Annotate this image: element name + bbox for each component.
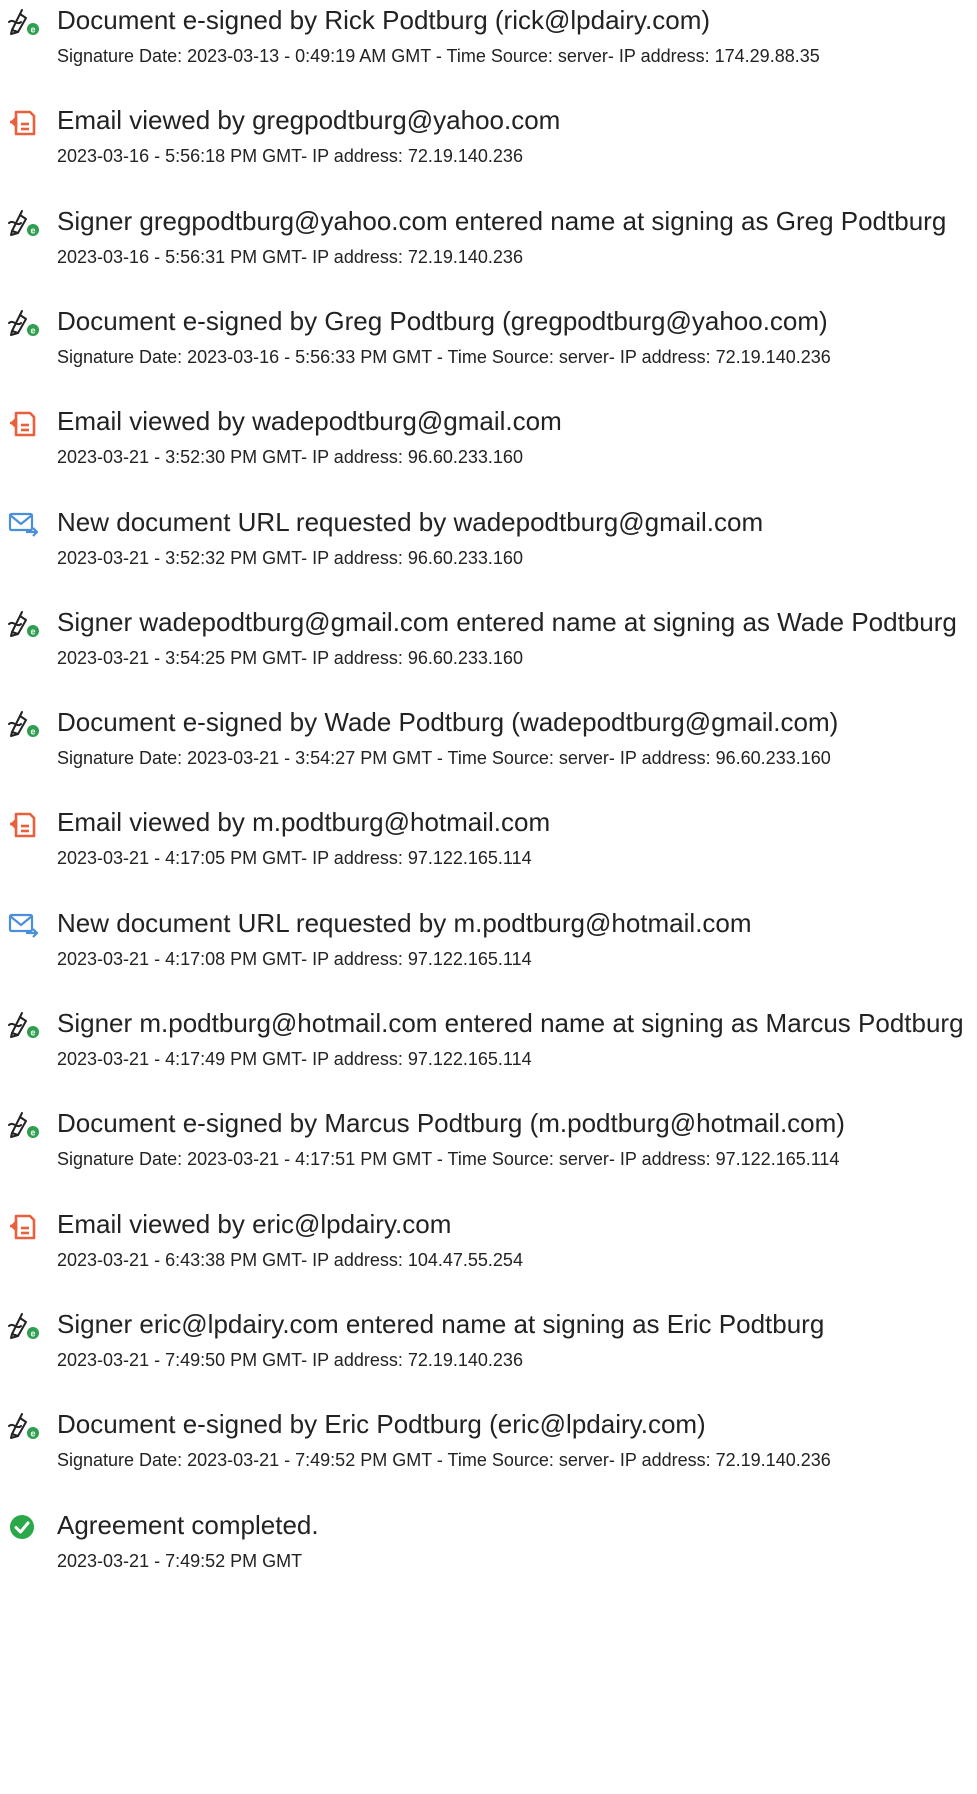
event-detail: 2023-03-21 - 7:49:52 PM GMT [57, 1550, 303, 1571]
audit-event: Email viewed by gregpodtburg@yahoo.com 20… [0, 100, 977, 190]
event-detail: Signature Date: 2023-03-21 - 4:17:51 PM … [57, 1149, 840, 1170]
audit-event: e Signer eric@lpdairy.com entered name at… [0, 1304, 977, 1394]
event-title: Email viewed by eric@lpdairy.com [57, 1208, 452, 1239]
event-detail: 2023-03-16 - 5:56:18 PM GMT- IP address:… [57, 146, 523, 167]
event-title: New document URL requested by wadepodtbu… [57, 506, 764, 537]
audit-event: New document URL requested by wadepodtbu… [0, 502, 977, 592]
event-title: Email viewed by gregpodtburg@yahoo.com [57, 105, 561, 136]
email-forward-icon [8, 911, 40, 939]
event-detail: 2023-03-21 - 3:54:25 PM GMT- IP address:… [57, 647, 523, 668]
pen-sign-icon: e [8, 8, 40, 36]
pen-sign-icon: e [8, 710, 40, 738]
audit-event: Email viewed by m.podtburg@hotmail.com 20… [0, 802, 977, 892]
pen-sign-icon: e [8, 1412, 40, 1440]
pen-sign-icon: e [8, 1011, 40, 1039]
pen-sign-icon: e [8, 1111, 40, 1139]
event-title: Document e-signed by Eric Podtburg (eric… [57, 1409, 706, 1440]
audit-event: Agreement completed. 2023-03-21 - 7:49:52… [0, 1505, 977, 1595]
audit-event: e Document e-signed by Rick Podtburg (ric… [0, 0, 977, 90]
event-title: Signer wadepodtburg@gmail.com entered na… [57, 606, 957, 637]
event-title: Document e-signed by Greg Podtburg (greg… [57, 305, 828, 336]
checkmark-circle-icon [8, 1513, 40, 1541]
email-forward-icon [8, 510, 40, 538]
audit-event: e Document e-signed by Marcus Podtburg (m… [0, 1103, 977, 1193]
svg-text:e: e [30, 1328, 35, 1338]
audit-event: New document URL requested by m.podtburg… [0, 903, 977, 993]
event-title: Signer eric@lpdairy.com entered name at … [57, 1308, 825, 1339]
event-title: Agreement completed. [57, 1509, 319, 1540]
event-title: Signer m.podtburg@hotmail.com entered na… [57, 1008, 964, 1038]
svg-text:e: e [30, 1128, 35, 1138]
event-detail: 2023-03-16 - 5:56:31 PM GMT- IP address:… [57, 246, 523, 267]
svg-text:e: e [30, 1429, 35, 1439]
event-detail: 2023-03-21 - 4:17:08 PM GMT- IP address:… [57, 948, 532, 969]
event-detail: Signature Date: 2023-03-21 - 7:49:52 PM … [57, 1450, 831, 1471]
event-detail: Signature Date: 2023-03-21 - 3:54:27 PM … [57, 748, 831, 769]
svg-text:e: e [30, 727, 35, 737]
document-viewed-icon [8, 810, 40, 838]
event-title: Signer gregpodtburg@yahoo.com entered na… [57, 205, 947, 236]
audit-event: Email viewed by wadepodtburg@gmail.com 20… [0, 401, 977, 491]
svg-text:e: e [30, 325, 35, 335]
svg-text:e: e [30, 25, 35, 35]
audit-event: Email viewed by eric@lpdairy.com 2023-03-… [0, 1204, 977, 1294]
pen-sign-icon: e [8, 1312, 40, 1340]
event-detail: 2023-03-21 - 7:49:50 PM GMT- IP address:… [57, 1349, 523, 1370]
event-title: Document e-signed by Marcus Podtburg (m.… [57, 1108, 845, 1139]
event-detail: 2023-03-21 - 3:52:30 PM GMT- IP address:… [57, 447, 523, 468]
event-detail: 2023-03-21 - 4:17:49 PM GMT- IP address:… [57, 1049, 532, 1069]
event-detail: 2023-03-21 - 4:17:05 PM GMT- IP address:… [57, 848, 532, 869]
audit-event: e Document e-signed by Greg Podtburg (gre… [0, 301, 977, 391]
event-title: Document e-signed by Wade Podtburg (wade… [57, 707, 839, 738]
pen-sign-icon: e [8, 209, 40, 237]
svg-text:e: e [30, 1028, 35, 1038]
svg-text:e: e [30, 225, 35, 235]
event-title: Email viewed by m.podtburg@hotmail.com [57, 807, 551, 838]
audit-event: e Signer wadepodtburg@gmail.com entered n… [0, 602, 977, 692]
event-detail: 2023-03-21 - 3:52:32 PM GMT- IP address:… [57, 547, 523, 568]
audit-event: e Document e-signed by Eric Podtburg (eri… [0, 1404, 977, 1494]
audit-event: e Signer gregpodtburg@yahoo.com entered n… [0, 201, 977, 291]
event-title: New document URL requested by m.podtburg… [57, 907, 752, 938]
pen-sign-icon: e [8, 610, 40, 638]
svg-text:e: e [30, 626, 35, 636]
event-detail: 2023-03-21 - 6:43:38 PM GMT- IP address:… [57, 1249, 523, 1270]
event-title: Email viewed by wadepodtburg@gmail.com [57, 406, 562, 437]
document-viewed-icon [8, 108, 40, 136]
event-title: Document e-signed by Rick Podtburg (rick… [57, 5, 711, 35]
event-detail: Signature Date: 2023-03-16 - 5:56:33 PM … [57, 346, 831, 367]
pen-sign-icon: e [8, 309, 40, 337]
audit-event: e Document e-signed by Wade Podtburg (wad… [0, 702, 977, 792]
audit-event: e Signer m.podtburg@hotmail.com entered n… [0, 1003, 977, 1093]
document-viewed-icon [8, 409, 40, 437]
event-detail: Signature Date: 2023-03-13 - 0:49:19 AM … [57, 46, 820, 66]
document-viewed-icon [8, 1212, 40, 1240]
